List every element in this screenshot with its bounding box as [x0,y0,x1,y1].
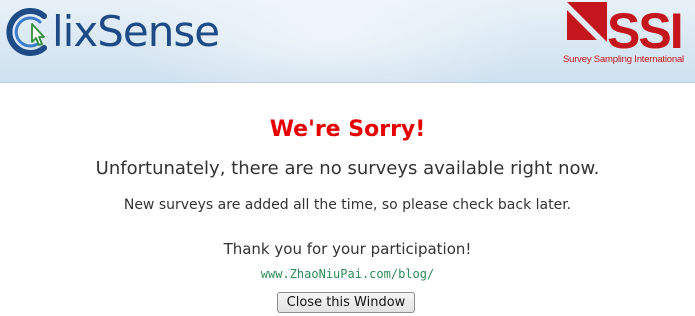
header-banner: lixSense SSI Survey Sampling Internation… [0,0,695,83]
svg-text:SSI: SSI [607,3,682,54]
clixsense-logo: lixSense [4,2,220,62]
close-window-button[interactable]: Close this Window [277,292,415,313]
watermark-url: www.ZhaoNiuPai.com/blog/ [260,267,435,281]
check-back-message: New surveys are added all the time, so p… [123,197,572,213]
clixsense-c-cursor-icon [6,8,47,56]
ssi-logo-mark: SSI [567,2,684,54]
ssi-tagline: Survey Sampling International [563,54,684,65]
thank-you-message: Thank you for your participation! [223,240,472,258]
survey-page: lixSense SSI Survey Sampling Internation… [0,0,695,316]
clixsense-logo-text: lixSense [52,7,220,56]
no-surveys-message: Unfortunately, there are no surveys avai… [95,158,600,179]
ssi-logo: SSI Survey Sampling International [563,2,691,68]
sorry-title: We're Sorry! [269,117,426,142]
